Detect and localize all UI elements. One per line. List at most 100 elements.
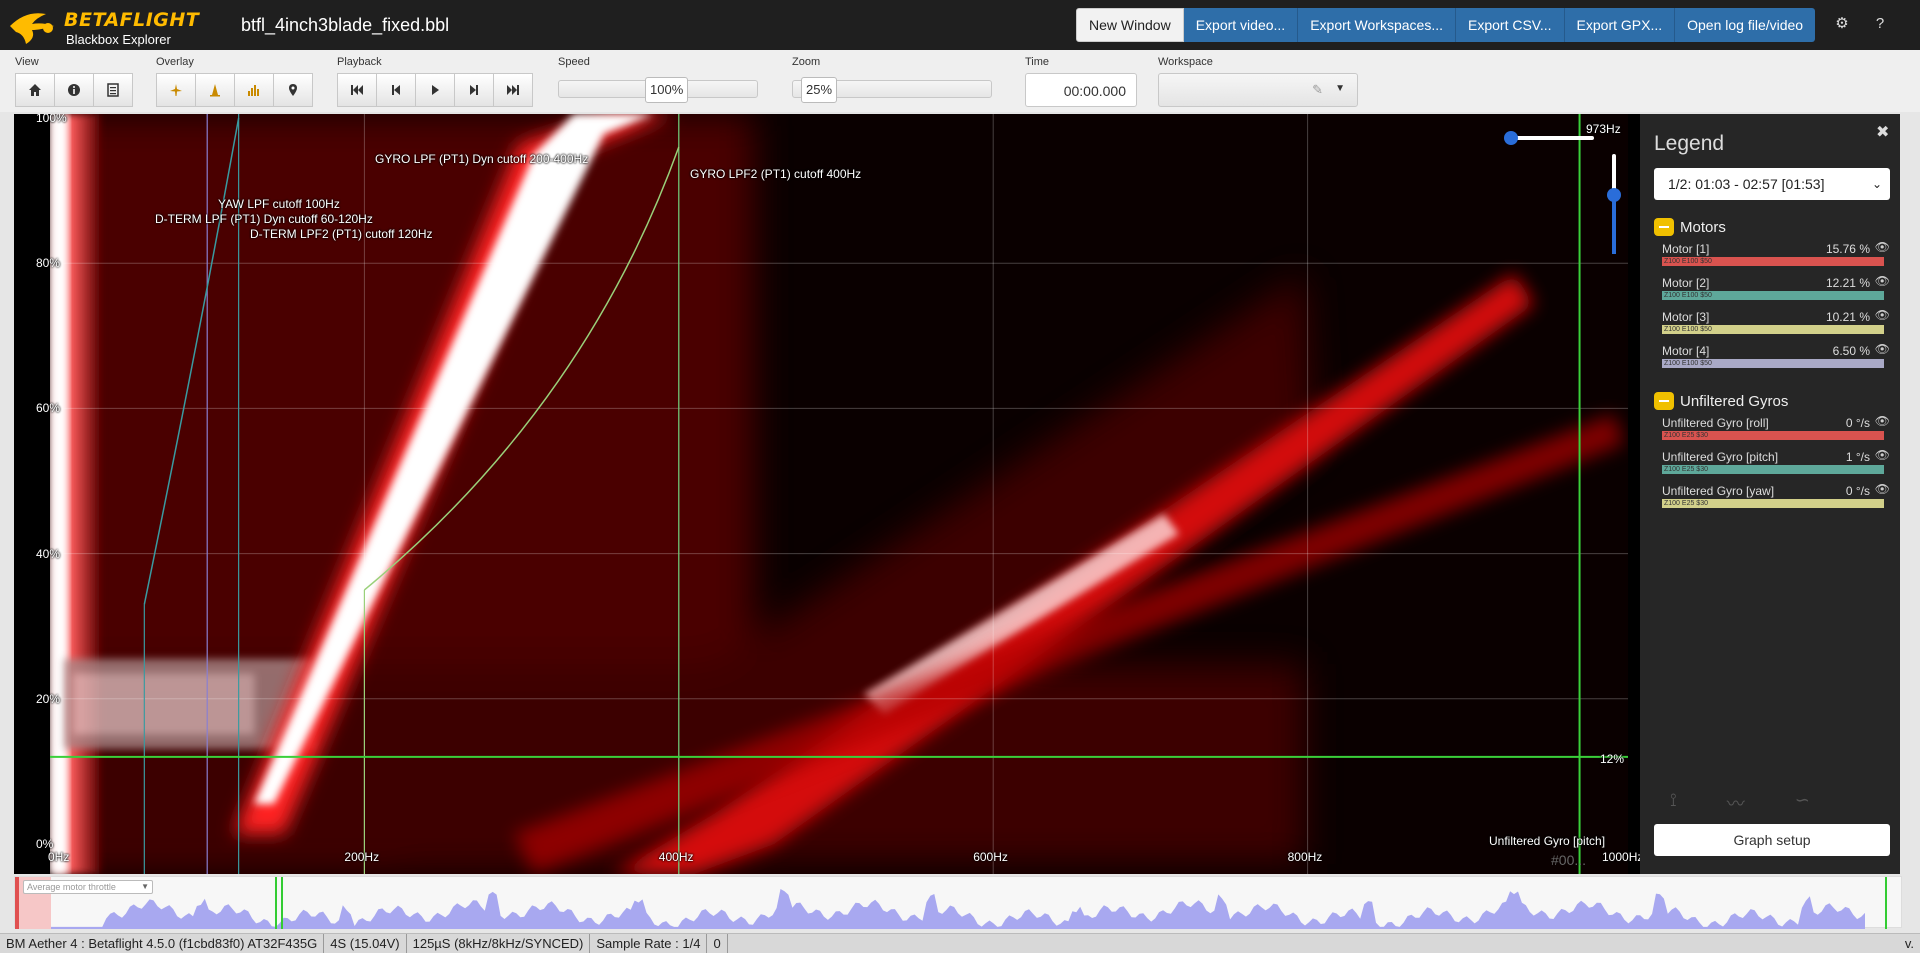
analyser-button[interactable] bbox=[234, 73, 274, 107]
legend-field-color-bar[interactable]: Z100 E25 $30 bbox=[1662, 431, 1884, 440]
spectrum-zoom-slider-handle[interactable] bbox=[1607, 188, 1621, 202]
seek-series-select[interactable]: Average motor throttle ▼ bbox=[23, 880, 153, 894]
info-button[interactable] bbox=[54, 73, 94, 107]
file-title: btfl_4inch3blade_fixed.bbl bbox=[241, 15, 450, 35]
step-back-button[interactable] bbox=[376, 73, 416, 107]
eye-icon[interactable]: 👁 bbox=[1875, 274, 1890, 288]
export-video-button[interactable]: Export video... bbox=[1183, 8, 1299, 42]
throttle-area bbox=[51, 889, 1865, 929]
zoom-slider[interactable]: 25% bbox=[792, 77, 992, 103]
log-list-button[interactable] bbox=[93, 73, 133, 107]
max-frequency-slider-handle[interactable] bbox=[1504, 131, 1518, 145]
craft-icon bbox=[170, 84, 182, 96]
skip-end-button[interactable] bbox=[493, 73, 533, 107]
y-tick-label: 80% bbox=[36, 256, 61, 271]
step-forward-button[interactable] bbox=[454, 73, 494, 107]
status-looptime: 125µS (8kHz/8kHz/SYNCED) bbox=[407, 934, 591, 953]
eye-icon[interactable]: 👁 bbox=[1875, 414, 1890, 428]
spectrum-analyser[interactable]: 100% 80% 60% 40% 20% 0% 0Hz 200Hz 400Hz … bbox=[14, 114, 1640, 874]
legend-field[interactable]: Unfiltered Gyro [pitch] 1 °/s 👁 Z100 E25 $3… bbox=[1662, 446, 1890, 480]
legend-field-color-bar[interactable]: Z100 E25 $30 bbox=[1662, 465, 1884, 474]
legend-group-header[interactable]: Motors bbox=[1654, 216, 1890, 238]
legend-field-color-bar[interactable]: Z100 E100 $50 bbox=[1662, 359, 1884, 368]
gyro-dyn-curve bbox=[363, 146, 680, 591]
y-tick-label: 100% bbox=[36, 114, 67, 125]
legend-field-value: 1 °/s bbox=[1845, 450, 1870, 464]
brand-name: BETAFLIGHT bbox=[64, 9, 200, 31]
new-window-button[interactable]: New Window bbox=[1076, 8, 1184, 42]
edit-icon[interactable]: ✎ bbox=[1312, 82, 1323, 98]
toolbar: View Overlay Playback Speed 100% Zoom 25… bbox=[0, 50, 1920, 112]
legend-field-value: 10.21 % bbox=[1825, 310, 1870, 324]
brand-subtitle: Blackbox Explorer bbox=[66, 32, 171, 47]
x-tick-label: 800Hz bbox=[1287, 850, 1323, 864]
legend-field-value: 0 °/s bbox=[1845, 416, 1870, 430]
legend-group-gyros: Unfiltered Gyros Unfiltered Gyro [roll] 0… bbox=[1654, 390, 1890, 514]
nav-button-group: New Window Export video... Export Worksp… bbox=[1076, 8, 1816, 42]
legend-field-name: Motor [3] bbox=[1662, 310, 1710, 324]
max-frequency-slider[interactable] bbox=[1504, 131, 1594, 145]
analyser-icon bbox=[248, 85, 259, 96]
legend-field-color-bar[interactable]: Z100 E100 $50 bbox=[1662, 291, 1884, 300]
legend-field-name: Motor [4] bbox=[1662, 344, 1710, 358]
zoom-slider-handle[interactable]: 25% bbox=[801, 77, 838, 103]
waveform-icon[interactable]: 〰 bbox=[1727, 790, 1745, 816]
spectrum-type-icon[interactable]: ⟟ bbox=[1670, 790, 1677, 816]
yaw-lpf-label: YAW LPF cutoff 100Hz bbox=[218, 197, 340, 211]
export-workspaces-button[interactable]: Export Workspaces... bbox=[1298, 8, 1456, 42]
info-icon bbox=[68, 84, 80, 96]
legend-field-color-bar[interactable]: Z100 E100 $50 bbox=[1662, 325, 1884, 334]
dterm-lpf2-label: D-TERM LPF2 (PT1) cutoff 120Hz bbox=[250, 227, 433, 241]
workspace-select[interactable]: ✎ ▼ bbox=[1158, 73, 1358, 107]
status-battery: 4S (15.04V) bbox=[324, 934, 407, 953]
play-button[interactable] bbox=[415, 73, 455, 107]
open-log-button[interactable]: Open log file/video bbox=[1675, 8, 1816, 42]
log-select[interactable]: 1/2: 01:03 - 02:57 [01:53] ⌄ bbox=[1654, 168, 1890, 200]
map-pin-icon bbox=[289, 84, 297, 96]
home-icon bbox=[29, 84, 41, 96]
legend-field-value: 6.50 % bbox=[1832, 344, 1870, 358]
sticks-button[interactable] bbox=[195, 73, 235, 107]
eye-icon[interactable]: 👁 bbox=[1875, 482, 1890, 496]
throttle-marker-label: 12% bbox=[1600, 752, 1625, 766]
legend-field[interactable]: Unfiltered Gyro [yaw] 0 °/s 👁 Z100 E25 $30 bbox=[1662, 480, 1890, 514]
group-collapse-icon[interactable] bbox=[1654, 392, 1674, 410]
legend-field[interactable]: Motor [1] 15.76 % 👁 Z100 E100 $50 bbox=[1662, 238, 1890, 272]
legend-field[interactable]: Motor [3] 10.21 % 👁 Z100 E100 $50 bbox=[1662, 306, 1890, 340]
close-icon[interactable]: ✖ bbox=[1876, 122, 1889, 142]
eye-icon[interactable]: 👁 bbox=[1875, 240, 1890, 254]
gear-icon[interactable]: ⚙ bbox=[1832, 14, 1852, 34]
skip-start-button[interactable] bbox=[337, 73, 377, 107]
chevron-down-icon[interactable]: ▼ bbox=[1335, 83, 1345, 94]
eye-icon[interactable]: 👁 bbox=[1875, 448, 1890, 462]
legend-field[interactable]: Motor [4] 6.50 % 👁 Z100 E100 $50 bbox=[1662, 340, 1890, 374]
chevron-down-icon: ⌄ bbox=[1871, 177, 1882, 191]
graph-setup-button[interactable]: Graph setup bbox=[1654, 824, 1890, 856]
eye-icon[interactable]: 👁 bbox=[1875, 342, 1890, 356]
speed-slider[interactable]: 100% bbox=[558, 77, 758, 103]
color-code-label: #00... bbox=[1551, 852, 1587, 868]
log-list-icon bbox=[107, 83, 119, 97]
throttle-overview-graph bbox=[15, 877, 1887, 929]
spectrum-zoom-slider[interactable] bbox=[1607, 154, 1621, 254]
export-csv-button[interactable]: Export CSV... bbox=[1456, 8, 1565, 42]
speed-slider-handle[interactable]: 100% bbox=[645, 77, 689, 103]
legend-field-color-bar[interactable]: Z100 E25 $30 bbox=[1662, 499, 1884, 508]
help-icon[interactable]: ? bbox=[1870, 14, 1890, 34]
seek-bar[interactable]: Average motor throttle ▼ bbox=[14, 876, 1902, 929]
curve-icon[interactable]: ∽ bbox=[1795, 790, 1810, 816]
bee-logo-icon bbox=[10, 13, 54, 44]
legend-field[interactable]: Unfiltered Gyro [roll] 0 °/s 👁 Z100 E25 $30 bbox=[1662, 412, 1890, 446]
home-button[interactable] bbox=[15, 73, 55, 107]
legend-group-header[interactable]: Unfiltered Gyros bbox=[1654, 390, 1890, 412]
legend-field[interactable]: Motor [2] 12.21 % 👁 Z100 E100 $50 bbox=[1662, 272, 1890, 306]
time-input[interactable]: 00:00.000 bbox=[1025, 73, 1137, 107]
export-gpx-button[interactable]: Export GPX... bbox=[1564, 8, 1676, 42]
group-collapse-icon[interactable] bbox=[1654, 218, 1674, 236]
zoom-group: Zoom 25% bbox=[792, 56, 992, 103]
legend-field-color-bar[interactable]: Z100 E100 $50 bbox=[1662, 257, 1884, 266]
map-button[interactable] bbox=[273, 73, 313, 107]
craft-button[interactable] bbox=[156, 73, 196, 107]
seek-series-value: Average motor throttle bbox=[27, 882, 116, 892]
eye-icon[interactable]: 👁 bbox=[1875, 308, 1890, 322]
